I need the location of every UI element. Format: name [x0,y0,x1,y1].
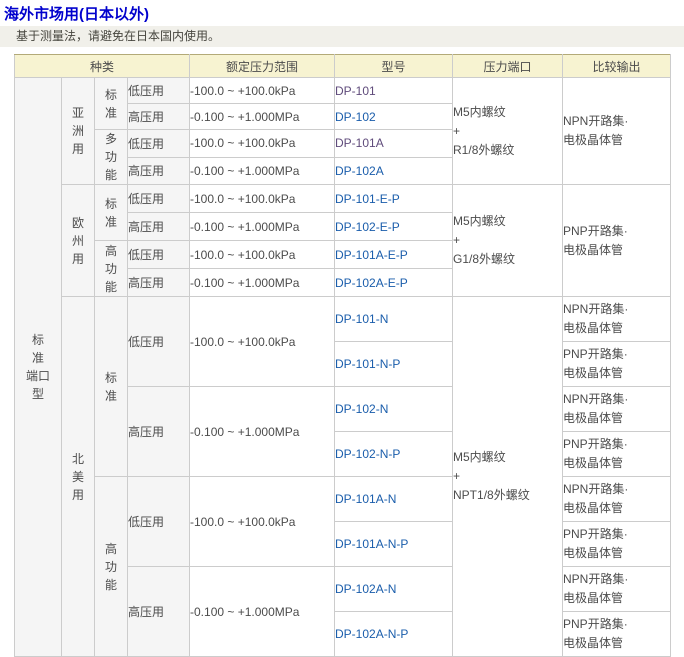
cell-range-kpa: -100.0 ~ +100.0kPa [190,241,335,269]
model-cell: DP-102A-N-P [335,612,453,657]
model-cell: DP-102-N [335,387,453,432]
page-title: 海外市场用(日本以外) [0,0,684,24]
model-cell: DP-101-N-P [335,342,453,387]
model-cell: DP-102 [335,104,453,130]
cell-range-mpa: -0.100 ~ +1.000MPa [190,213,335,241]
cell-low-pressure: 低压用 [128,477,190,567]
cell-output-npn: NPN开路集· 电极晶体管 [563,567,671,612]
cell-high-pressure: 高压用 [128,104,190,130]
cell-port-asia: M5内螺纹 + R1/8外螺纹 [453,78,563,185]
model-link-dp-102a-n-p[interactable]: DP-102A-N-P [335,627,408,641]
cell-func-standard: 标 准 [95,185,128,241]
cell-range-kpa: -100.0 ~ +100.0kPa [190,477,335,567]
cell-output-pnp: PNP开路集· 电极晶体管 [563,612,671,657]
model-cell: DP-102A-N [335,567,453,612]
cell-low-pressure: 低压用 [128,185,190,213]
model-cell: DP-101-E-P [335,185,453,213]
cell-high-pressure: 高压用 [128,157,190,185]
cell-port-europe: M5内螺纹 + G1/8外螺纹 [453,185,563,297]
cell-range-kpa: -100.0 ~ +100.0kPa [190,297,335,387]
model-link-dp-101a[interactable]: DP-101A [335,136,384,150]
model-link-dp-102-n[interactable]: DP-102-N [335,402,388,416]
model-link-dp-102a[interactable]: DP-102A [335,164,384,178]
cell-range-mpa: -0.100 ~ +1.000MPa [190,387,335,477]
cell-standard-port-type: 标 准 端口 型 [15,78,62,657]
model-cell: DP-101A-E-P [335,241,453,269]
model-cell: DP-101A [335,130,453,158]
cell-output-npn: NPN开路集· 电极晶体管 [563,297,671,342]
cell-func-multi: 多 功 能 [95,130,128,185]
cell-range-mpa: -0.100 ~ +1.000MPa [190,157,335,185]
model-link-dp-101a-e-p[interactable]: DP-101A-E-P [335,248,408,262]
model-link-dp-101a-n[interactable]: DP-101A-N [335,492,396,506]
model-cell: DP-101 [335,78,453,104]
table-row: 高 功 能 低压用 -100.0 ~ +100.0kPa DP-101A-N N… [15,477,671,522]
cell-range-kpa: -100.0 ~ +100.0kPa [190,130,335,158]
model-cell: DP-101A-N [335,477,453,522]
usage-note: 基于测量法，请避免在日本国内使用。 [0,26,684,47]
cell-output-pnp: PNP开路集· 电极晶体管 [563,342,671,387]
cell-low-pressure: 低压用 [128,130,190,158]
model-link-dp-101[interactable]: DP-101 [335,84,376,98]
cell-func-high: 高 功 能 [95,241,128,297]
cell-func-standard: 标 准 [95,78,128,130]
model-link-dp-101-n[interactable]: DP-101-N [335,312,388,326]
model-link-dp-102a-n[interactable]: DP-102A-N [335,582,396,596]
cell-output-pnp: PNP开路集· 电极晶体管 [563,185,671,297]
cell-func-standard: 标 准 [95,297,128,477]
cell-range-kpa: -100.0 ~ +100.0kPa [190,185,335,213]
product-spec-table: 种类 额定压力范围 型号 压力端口 比较输出 标 准 端口 型 亚 洲 用 标 … [14,54,671,657]
col-header-pressure-port: 压力端口 [453,55,563,78]
cell-high-pressure: 高压用 [128,387,190,477]
cell-output-npn: NPN开路集· 电极晶体管 [563,477,671,522]
col-header-pressure-range: 额定压力范围 [190,55,335,78]
model-link-dp-101a-n-p[interactable]: DP-101A-N-P [335,537,408,551]
model-cell: DP-102A [335,157,453,185]
cell-low-pressure: 低压用 [128,297,190,387]
cell-range-kpa: -100.0 ~ +100.0kPa [190,78,335,104]
header-row: 种类 额定压力范围 型号 压力端口 比较输出 [15,55,671,78]
model-link-dp-102-e-p[interactable]: DP-102-E-P [335,220,400,234]
table-row: 北 美 用 标 准 低压用 -100.0 ~ +100.0kPa DP-101-… [15,297,671,342]
table-row: 欧 州 用 标 准 低压用 -100.0 ~ +100.0kPa DP-101-… [15,185,671,213]
cell-low-pressure: 低压用 [128,78,190,104]
model-cell: DP-101A-N-P [335,522,453,567]
cell-region-north-america: 北 美 用 [62,297,95,657]
model-link-dp-102-n-p[interactable]: DP-102-N-P [335,447,400,461]
model-link-dp-101-n-p[interactable]: DP-101-N-P [335,357,400,371]
cell-region-europe: 欧 州 用 [62,185,95,297]
cell-output-pnp: PNP开路集· 电极晶体管 [563,432,671,477]
cell-output-npn: NPN开路集· 电极晶体管 [563,387,671,432]
model-cell: DP-102-E-P [335,213,453,241]
model-link-dp-101-e-p[interactable]: DP-101-E-P [335,192,400,206]
table-row: 标 准 端口 型 亚 洲 用 标 准 低压用 -100.0 ~ +100.0kP… [15,78,671,104]
model-link-dp-102a-e-p[interactable]: DP-102A-E-P [335,276,408,290]
model-cell: DP-102A-E-P [335,269,453,297]
cell-high-pressure: 高压用 [128,269,190,297]
cell-region-asia: 亚 洲 用 [62,78,95,185]
cell-range-mpa: -0.100 ~ +1.000MPa [190,104,335,130]
model-link-dp-102[interactable]: DP-102 [335,110,376,124]
cell-output-pnp: PNP开路集· 电极晶体管 [563,522,671,567]
cell-range-mpa: -0.100 ~ +1.000MPa [190,269,335,297]
cell-range-mpa: -0.100 ~ +1.000MPa [190,567,335,657]
model-cell: DP-102-N-P [335,432,453,477]
col-header-model: 型号 [335,55,453,78]
cell-low-pressure: 低压用 [128,241,190,269]
cell-high-pressure: 高压用 [128,567,190,657]
col-header-comparative-output: 比较输出 [563,55,671,78]
col-header-kind: 种类 [15,55,190,78]
cell-high-pressure: 高压用 [128,213,190,241]
cell-output-npn: NPN开路集· 电极晶体管 [563,78,671,185]
cell-port-north-america: M5内螺纹 + NPT1/8外螺纹 [453,297,563,657]
model-cell: DP-101-N [335,297,453,342]
cell-func-high: 高 功 能 [95,477,128,657]
